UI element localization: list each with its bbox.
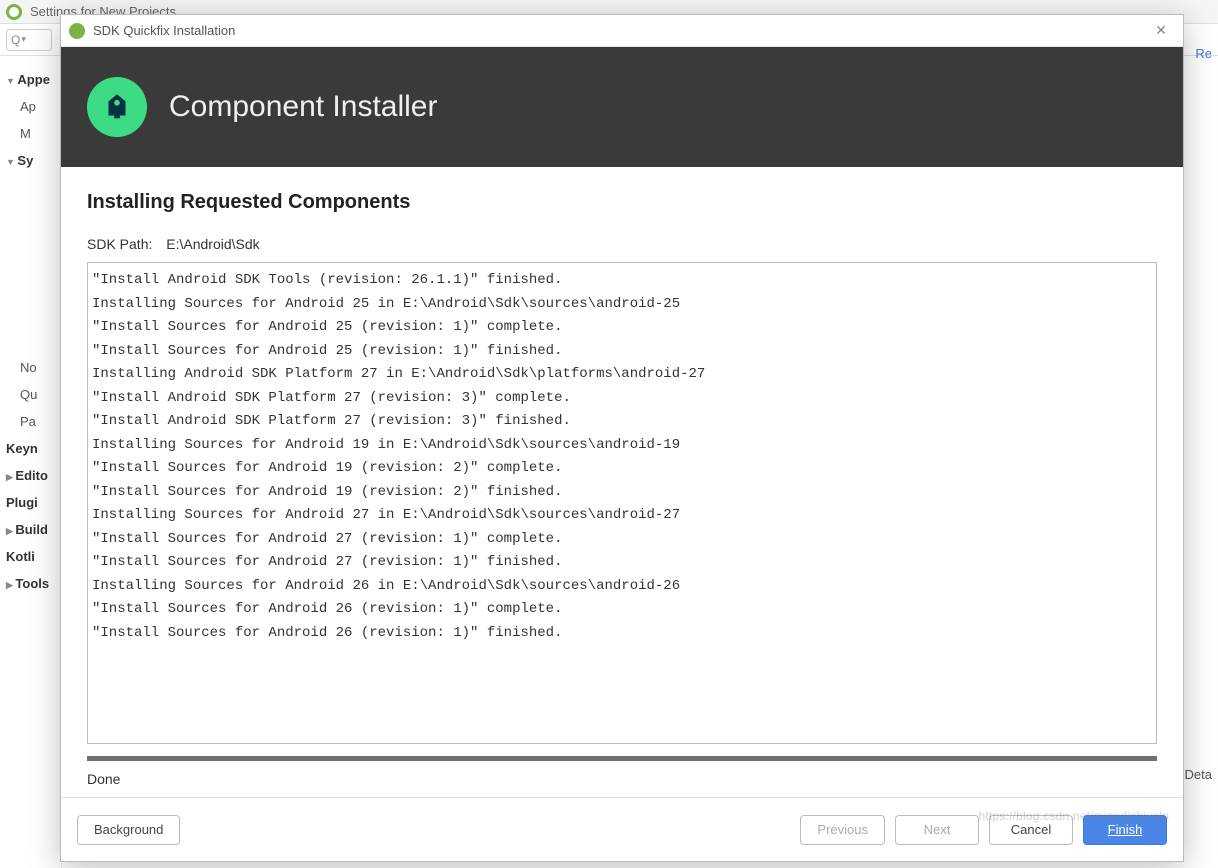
banner-title: Component Installer <box>169 90 437 124</box>
sidebar-item[interactable]: ▶ Tools <box>4 570 57 597</box>
android-studio-icon <box>69 23 85 39</box>
dialog-banner: Component Installer <box>61 47 1183 167</box>
sidebar-item[interactable]: Kotli <box>4 543 57 570</box>
finish-button[interactable]: Finish <box>1083 815 1167 845</box>
parent-bottom-right-text: Deta <box>1179 761 1218 788</box>
dialog-footer: Background Previous Next Cancel Finish <box>61 797 1183 861</box>
status-text: Done <box>87 771 1157 787</box>
sidebar-item[interactable]: Keyn <box>4 435 57 462</box>
settings-sidebar: ▼ AppeApM▼ Sy NoQuPaKeyn▶ EditoPlugi▶ Bui… <box>0 56 62 868</box>
sdk-path-row: SDK Path: E:\Android\Sdk <box>87 236 1157 252</box>
expand-icon: ▶ <box>6 580 15 590</box>
sidebar-item[interactable]: ▼ Sy <box>4 147 57 174</box>
sidebar-item[interactable]: ▼ Appe <box>4 66 57 93</box>
dialog-window-title: SDK Quickfix Installation <box>93 23 1147 38</box>
sidebar-item[interactable]: Pa <box>4 408 57 435</box>
sidebar-item[interactable]: ▶ Build <box>4 516 57 543</box>
android-logo-icon <box>87 77 147 137</box>
section-title: Installing Requested Components <box>87 191 1157 214</box>
sdk-path-label: SDK Path: <box>87 236 152 252</box>
sdk-quickfix-dialog: SDK Quickfix Installation ✕ Component In… <box>60 14 1184 862</box>
cancel-button[interactable]: Cancel <box>989 815 1073 845</box>
sidebar-item[interactable]: M <box>4 120 57 147</box>
sidebar-item[interactable]: ▶ Edito <box>4 462 57 489</box>
expand-icon: ▼ <box>6 76 17 86</box>
expand-icon: ▼ <box>6 157 17 167</box>
next-button[interactable]: Next <box>895 815 979 845</box>
search-icon: Q <box>11 33 20 47</box>
expand-icon: ▶ <box>6 526 15 536</box>
dialog-content: Installing Requested Components SDK Path… <box>61 167 1183 797</box>
sdk-path-value: E:\Android\Sdk <box>166 236 259 252</box>
dialog-titlebar: SDK Quickfix Installation ✕ <box>61 15 1183 47</box>
previous-button[interactable]: Previous <box>800 815 885 845</box>
sidebar-item[interactable]: Qu <box>4 381 57 408</box>
android-studio-icon <box>6 4 22 20</box>
sidebar-item[interactable]: Ap <box>4 93 57 120</box>
progress-fill <box>87 756 1157 761</box>
install-log-output[interactable]: "Install Android SDK Tools (revision: 26… <box>87 262 1157 744</box>
close-icon[interactable]: ✕ <box>1147 19 1175 43</box>
background-button[interactable]: Background <box>77 815 180 845</box>
parent-right-link[interactable]: Re <box>1189 40 1218 67</box>
search-input[interactable]: Q ▾ <box>6 29 52 51</box>
sidebar-item[interactable]: Plugi <box>4 489 57 516</box>
progress-bar <box>87 756 1157 761</box>
expand-icon: ▶ <box>6 472 15 482</box>
sidebar-item[interactable]: No <box>4 354 57 381</box>
